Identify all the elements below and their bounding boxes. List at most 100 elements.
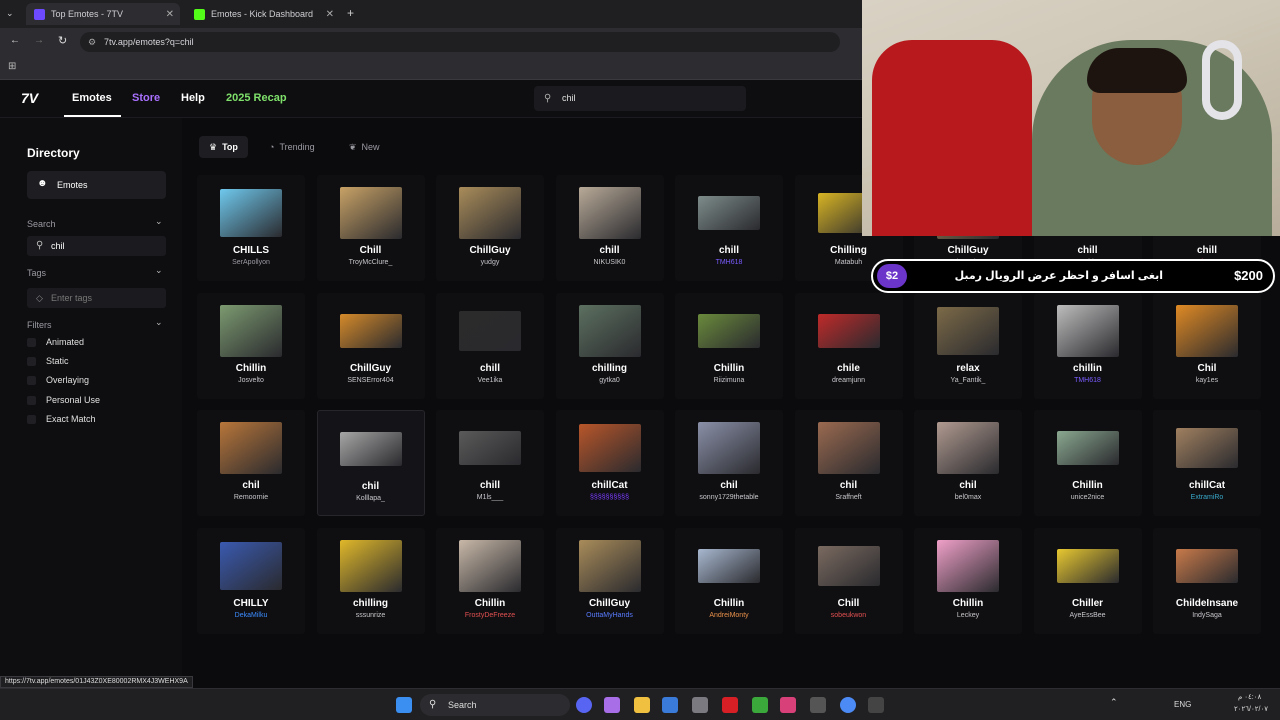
emote-card[interactable]: CHILLS SerApollyon [197,175,305,281]
emote-card[interactable]: chil Remoornie [197,410,305,516]
sort-tab-trending[interactable]: ◔ Trending [259,136,325,158]
close-tab-icon[interactable]: ✕ [166,9,174,20]
forward-icon[interactable]: → [34,35,44,46]
emote-author[interactable]: DekaMilku [197,612,305,619]
emote-card[interactable]: Chill TroyMcClure_ [316,175,425,281]
address-bar[interactable]: ⚙ 7tv.app/emotes?q=chil [80,32,840,52]
emote-card[interactable]: chil bel0max [914,410,1022,516]
emote-author[interactable]: Sraffneft [795,494,903,501]
filter-animated[interactable]: Animated [27,337,84,347]
emote-author[interactable]: Ya_Fantik_ [914,377,1022,384]
obs-icon[interactable] [810,697,826,713]
checkbox[interactable] [27,337,36,347]
filter-overlaying[interactable]: Overlaying [27,375,89,385]
back-icon[interactable]: ← [10,35,20,46]
emote-card[interactable]: chillCat §§§§§§§§§§ [555,410,664,516]
instagram-icon[interactable] [780,697,796,713]
emote-card[interactable]: chil sonny1729thetable [675,410,783,516]
emote-card[interactable]: relax Ya_Fantik_ [914,292,1022,399]
emote-card[interactable]: chilling sssunrize [316,527,425,634]
emote-card[interactable]: Chill sobeukwon [794,527,903,634]
emote-card[interactable]: Chillin unice2nice [1033,410,1142,516]
xbox-icon[interactable] [752,697,768,713]
emote-author[interactable]: unice2nice [1034,494,1142,501]
sort-tab-top[interactable]: ♛ Top [199,136,248,158]
nav-recap[interactable]: 2025 Recap [226,92,287,104]
close-tab-icon[interactable]: ✕ [326,9,334,20]
emote-author[interactable]: AndreiMonty [675,612,783,619]
emote-card[interactable]: Chil kay1es [1153,292,1261,399]
checkbox[interactable] [27,375,36,385]
emote-author[interactable]: IndySaga [1153,612,1261,619]
sidebar-search-input[interactable]: ⚲ chil [27,236,166,256]
emote-author[interactable]: Riizimuna [675,377,783,384]
emote-card[interactable]: chill M1ls___ [436,410,544,516]
emote-card[interactable]: ChillGuy OuttaMyHands [555,527,664,634]
emote-author[interactable]: TMH618 [1034,377,1142,384]
emote-card[interactable]: ChildeInsane IndySaga [1153,527,1261,634]
language-indicator[interactable]: ENG [1174,700,1191,709]
checkbox[interactable] [27,356,36,366]
emote-author[interactable]: OuttaMyHands [556,612,664,619]
store-icon[interactable] [662,697,678,713]
emote-card[interactable]: chil Kolllapa_ [316,410,425,516]
filter-static[interactable]: Static [27,356,69,366]
emote-author[interactable]: Kolllapa_ [318,495,424,502]
emote-card[interactable]: ChillGuy yudgy [436,175,544,281]
copilot-icon[interactable] [604,697,620,713]
emote-card[interactable]: Chillin FrostyDeFreeze [436,527,544,634]
nav-store[interactable]: Store [132,92,160,104]
filter-personal-use[interactable]: Personal Use [27,395,100,405]
emote-card[interactable]: chill TMH618 [675,175,783,281]
emote-card[interactable]: chile dreamjunn [794,292,903,399]
nav-help[interactable]: Help [181,92,205,104]
emote-author[interactable]: AyeEssBee [1034,612,1142,619]
clock-date[interactable]: ٢٠٢٦/٠٢/٠٧ [1234,705,1268,713]
emote-author[interactable]: TroyMcClure_ [317,259,425,266]
emote-card[interactable]: Chillin AndreiMonty [675,527,783,634]
chrome-icon[interactable] [840,697,856,713]
emote-author[interactable]: Remoornie [197,494,305,501]
emote-card[interactable]: Chillin Leckey [914,527,1022,634]
tags-collapse-chevron-icon[interactable]: ⌄ [155,265,163,276]
emote-card[interactable]: CHILLY DekaMilku [197,527,305,634]
emote-author[interactable]: NIKUSIK0 [556,259,664,266]
tab-kick-dashboard[interactable]: Emotes - Kick Dashboard ✕ [186,3,340,25]
emote-card[interactable]: Chillin Riizimuna [675,292,783,399]
emote-author[interactable]: kay1es [1153,377,1261,384]
apps-grid-icon[interactable]: ⊞ [8,61,16,72]
reload-icon[interactable]: ↻ [58,34,67,47]
emote-card[interactable]: chillin TMH618 [1033,292,1142,399]
emote-card[interactable]: chill Vee1ika [436,292,544,399]
emote-author[interactable]: bel0max [914,494,1022,501]
tags-input[interactable]: ◇ Enter tags [27,288,166,308]
header-search-input[interactable]: ⚲ chil [534,86,746,111]
discord-icon[interactable] [576,697,592,713]
emote-card[interactable]: Chiller AyeEssBee [1033,527,1142,634]
emote-author[interactable]: sonny1729thetable [675,494,783,501]
file-explorer-icon[interactable] [634,697,650,713]
start-icon[interactable] [396,697,412,713]
app-icon[interactable] [868,697,884,713]
taskbar-search[interactable]: ⚲ Search [420,694,570,716]
new-tab-icon[interactable]: + [347,6,354,20]
tray-chevron-icon[interactable]: ⌃ [1110,697,1118,708]
emote-author[interactable]: ExtramiRo [1153,494,1261,501]
emote-author[interactable]: sobeukwon [795,612,903,619]
emote-card[interactable]: chilling gytka0 [555,292,664,399]
emote-card[interactable]: Chillin Josvelto [197,292,305,399]
search-collapse-chevron-icon[interactable]: ⌄ [155,216,163,227]
emote-author[interactable]: gytka0 [556,377,664,384]
emote-author[interactable]: SerApollyon [197,259,305,266]
emote-author[interactable]: sssunrize [317,612,425,619]
emote-card[interactable]: chillCat ExtramiRo [1153,410,1261,516]
steam-icon[interactable] [692,697,708,713]
emote-author[interactable]: Leckey [914,612,1022,619]
emote-card[interactable]: chill NIKUSIK0 [555,175,664,281]
emote-author[interactable]: yudgy [436,259,544,266]
netflix-icon[interactable] [722,697,738,713]
tab-top-emotes[interactable]: Top Emotes - 7TV ✕ [26,3,180,25]
emote-author[interactable]: SENSError404 [317,377,425,384]
filters-collapse-chevron-icon[interactable]: ⌄ [155,317,163,328]
site-info-icon[interactable]: ⚙ [88,32,96,52]
